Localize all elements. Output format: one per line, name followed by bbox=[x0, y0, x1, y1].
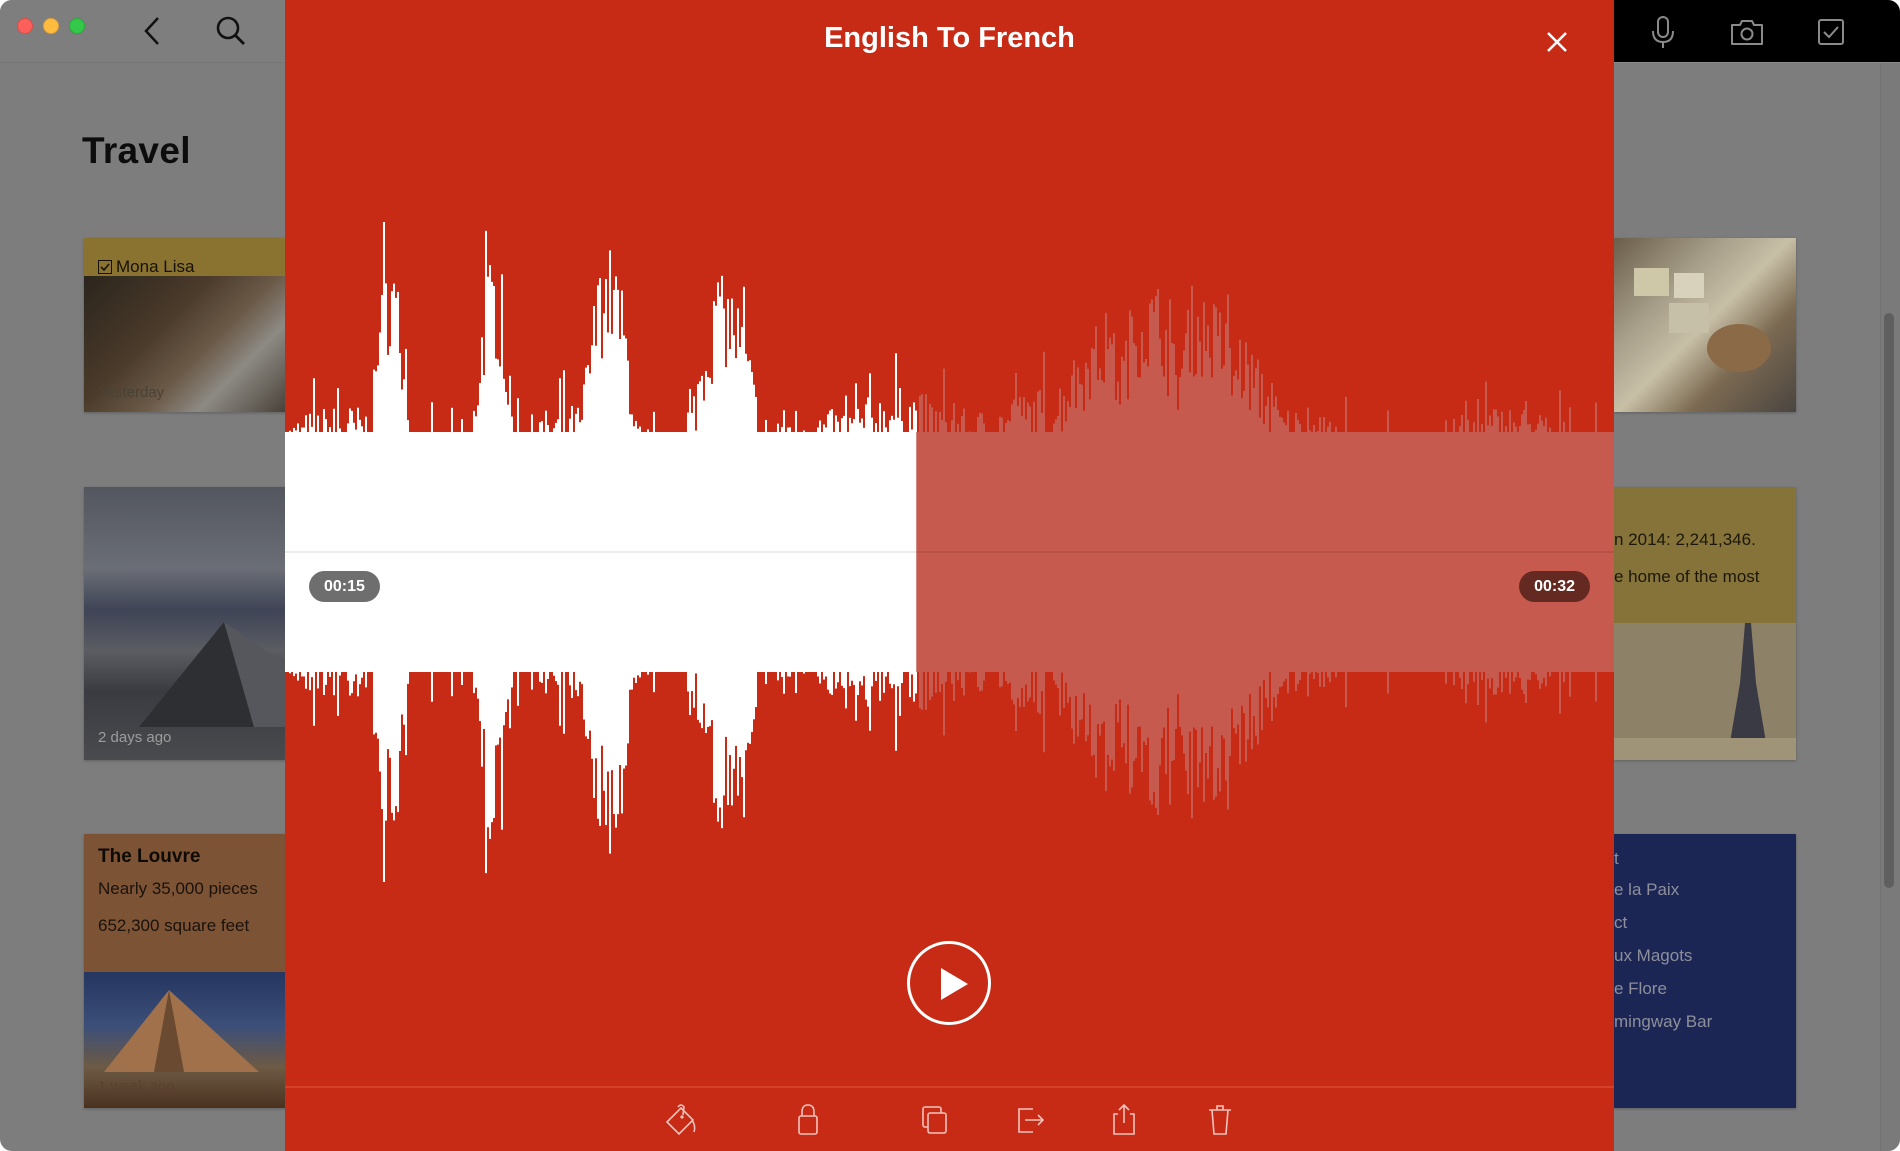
card-line: mingway Bar bbox=[1614, 1012, 1713, 1031]
card-line: 652,300 square feet bbox=[98, 916, 250, 935]
card-line: ux Magots bbox=[1614, 946, 1693, 965]
note-card-places[interactable]: t e la Paix ct ux Magots e Flore mingway… bbox=[1614, 834, 1796, 1108]
camera-icon bbox=[1731, 20, 1763, 45]
note-actions-toolbar bbox=[285, 1088, 1614, 1151]
audio-player-overlay: English To French 00:15 00:32 bbox=[285, 0, 1614, 1151]
trash-icon bbox=[1209, 1105, 1231, 1135]
checkbox-icon bbox=[1818, 19, 1844, 45]
move-button[interactable] bbox=[1011, 1102, 1047, 1138]
microphone-icon bbox=[1652, 16, 1674, 48]
note-card-cheese-photo[interactable] bbox=[1614, 238, 1796, 412]
search-button[interactable] bbox=[214, 14, 248, 48]
play-icon bbox=[941, 968, 968, 1000]
card-line: Nearly 35,000 pieces bbox=[98, 879, 258, 898]
record-audio-button[interactable] bbox=[1650, 14, 1676, 50]
card-line: ct bbox=[1614, 913, 1628, 932]
delete-button[interactable] bbox=[1202, 1102, 1238, 1138]
duplicate-icon bbox=[922, 1106, 947, 1134]
card-line: e la Paix bbox=[1614, 880, 1680, 899]
duplicate-button[interactable] bbox=[917, 1102, 953, 1138]
card-title: Mona Lisa bbox=[116, 257, 195, 276]
add-checklist-button[interactable] bbox=[1817, 18, 1845, 46]
search-icon bbox=[216, 16, 245, 45]
pyramid-photo bbox=[139, 622, 304, 727]
card-timestamp: 2 days ago bbox=[98, 729, 172, 746]
toolbar-left bbox=[0, 0, 285, 63]
remaining-time-badge: 00:32 bbox=[1519, 571, 1590, 602]
cheese-photo bbox=[1634, 268, 1771, 372]
back-button[interactable] bbox=[140, 15, 164, 47]
notebook-title: Travel bbox=[82, 130, 191, 171]
card-text-area bbox=[1614, 487, 1796, 623]
add-photo-button[interactable] bbox=[1730, 18, 1764, 46]
zoom-window-button[interactable] bbox=[69, 18, 85, 34]
card-line: e home of the most bbox=[1614, 567, 1760, 586]
waveform[interactable] bbox=[285, 200, 1614, 910]
close-window-button[interactable] bbox=[17, 18, 33, 34]
app-window: Travel Mona Lisa Yesterday 2 days ago Th… bbox=[0, 0, 1900, 1151]
card-timestamp: 1 week ago bbox=[98, 1078, 175, 1095]
card-line: e Flore bbox=[1614, 979, 1667, 998]
note-card-louvre[interactable]: The Louvre Nearly 35,000 pieces 652,300 … bbox=[84, 834, 304, 1108]
note-card-pyramid-photo[interactable]: 2 days ago bbox=[84, 487, 304, 760]
card-title: The Louvre bbox=[98, 846, 201, 867]
note-card-mona-lisa[interactable]: Mona Lisa Yesterday bbox=[84, 238, 304, 412]
card-line: n 2014: 2,241,346. bbox=[1614, 530, 1756, 549]
lock-button[interactable] bbox=[790, 1102, 826, 1138]
move-icon bbox=[1018, 1108, 1045, 1133]
card-timestamp: Yesterday bbox=[98, 384, 165, 401]
lock-icon bbox=[798, 1104, 818, 1135]
note-card-eiffel[interactable]: n 2014: 2,241,346. e home of the most bbox=[1614, 487, 1796, 760]
card-title-row: Mona Lisa bbox=[98, 257, 194, 277]
audio-title: English To French bbox=[824, 22, 1075, 54]
close-icon bbox=[1547, 32, 1567, 52]
chevron-left-icon bbox=[144, 17, 159, 45]
color-button[interactable] bbox=[663, 1102, 699, 1138]
toolbar-right bbox=[1614, 0, 1900, 63]
close-player-button[interactable] bbox=[1543, 28, 1571, 56]
elapsed-time-badge: 00:15 bbox=[309, 571, 380, 602]
scrollbar-thumb[interactable] bbox=[1884, 313, 1894, 888]
paint-bucket-icon bbox=[665, 1104, 696, 1136]
card-line: t bbox=[1614, 849, 1619, 868]
share-button[interactable] bbox=[1106, 1102, 1142, 1138]
checkbox-checked-icon bbox=[98, 260, 112, 274]
play-button[interactable] bbox=[907, 941, 991, 1025]
share-icon bbox=[1113, 1103, 1135, 1135]
minimize-window-button[interactable] bbox=[43, 18, 59, 34]
eiffel-photo bbox=[1614, 623, 1796, 760]
